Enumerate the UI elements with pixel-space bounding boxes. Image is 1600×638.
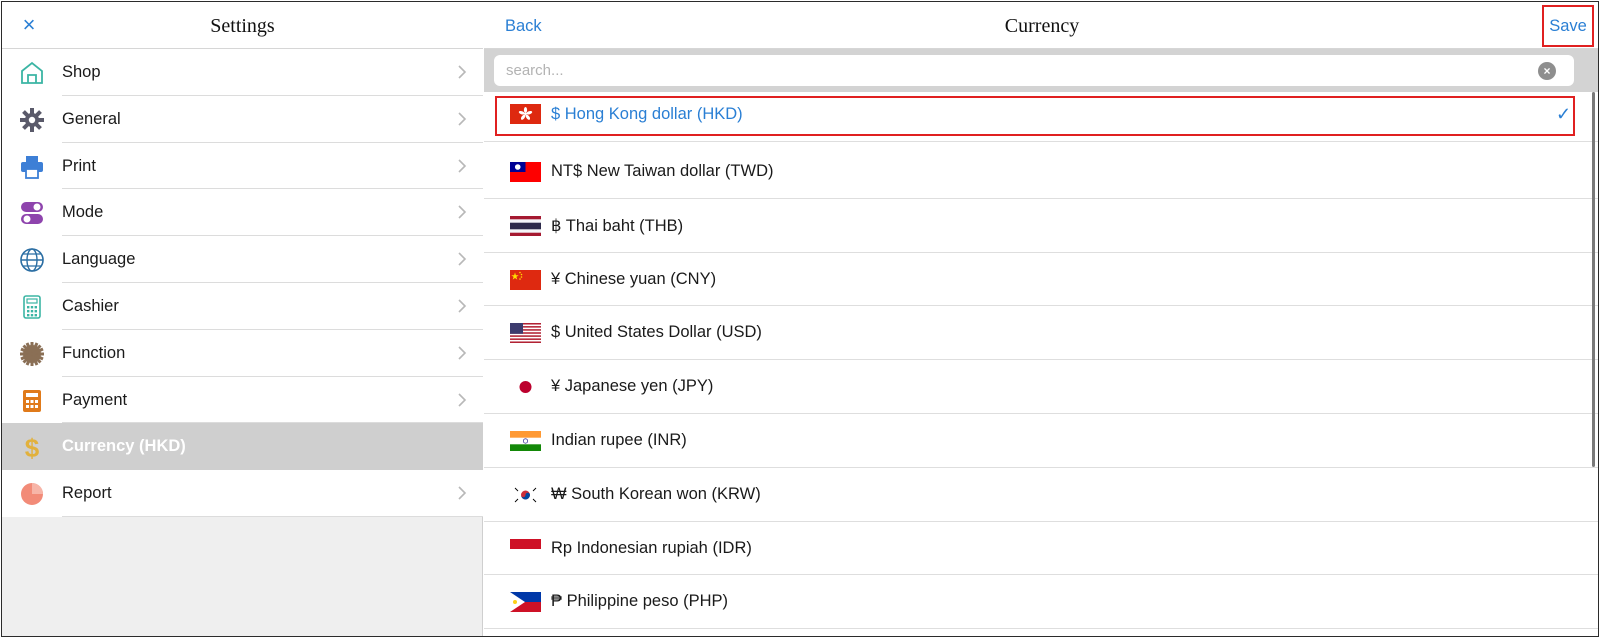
sidebar-item-currency[interactable]: $ Currency (HKD) (2, 423, 483, 471)
sidebar-item-report[interactable]: Report (2, 470, 483, 517)
currency-row[interactable]: NT$ New Taiwan dollar (TWD) (484, 145, 1598, 199)
printer-icon (19, 154, 45, 180)
sidebar-item-label: Mode (62, 203, 104, 222)
calculator-icon (19, 294, 45, 320)
sidebar-item-label: Shop (62, 63, 101, 81)
currency-row[interactable]: ₱ Philippine peso (PHP) (484, 575, 1598, 629)
currency-row[interactable]: ¥ Japanese yen (JPY) (484, 360, 1598, 414)
flag-hk-icon (510, 104, 541, 124)
chevron-right-icon (455, 297, 469, 315)
sidebar-item-label: General (62, 109, 121, 128)
currency-row[interactable]: Rp Indonesian rupiah (IDR) (484, 522, 1598, 576)
flag-ph-icon (510, 592, 541, 613)
function-icon (19, 341, 45, 367)
sidebar-item-language[interactable]: Language (2, 236, 483, 283)
flag-cn-icon (510, 269, 541, 290)
currency-panel: Back Currency Save × $ Hong Kong dollar … (484, 2, 1598, 636)
settings-panel: × Settings Shop General Print Mode Language C… (2, 2, 483, 636)
chevron-right-icon (455, 344, 469, 362)
flag-in-icon (510, 430, 541, 451)
pie-chart-icon (19, 481, 45, 507)
sidebar-item-general[interactable]: General (2, 95, 483, 143)
flag-kr-icon (510, 484, 541, 505)
search-bar: × (484, 49, 1598, 92)
currency-label: $ United States Dollar (USD) (551, 323, 762, 342)
chevron-right-icon (455, 484, 469, 502)
sidebar-item-label: Function (62, 343, 126, 362)
currency-header: Back Currency Save (484, 2, 1598, 49)
flag-jp-icon (510, 377, 541, 398)
sidebar-item-print[interactable]: Print (2, 142, 483, 190)
currency-row[interactable]: $ United States Dollar (USD) (484, 306, 1598, 360)
dollar-icon: $ (19, 434, 45, 460)
sidebar-item-shop[interactable]: Shop (2, 49, 483, 96)
flag-us-icon (510, 323, 541, 344)
sidebar-item-label: Currency (HKD) (62, 437, 186, 456)
shop-icon (19, 60, 45, 86)
currency-label: ¥ Chinese yuan (CNY) (551, 269, 717, 288)
currency-row[interactable]: ฿ Thai baht (THB) (484, 199, 1598, 253)
currency-row[interactable]: ¥ Chinese yuan (CNY) (484, 253, 1598, 307)
settings-menu: Shop General Print Mode Language Cashier Funct… (2, 49, 483, 517)
svg-text:$: $ (25, 434, 40, 460)
chevron-right-icon (455, 203, 469, 221)
currency-label: Rp Indonesian rupiah (IDR) (551, 538, 752, 557)
currency-label: ¥ Japanese yen (JPY) (551, 377, 714, 396)
save-button[interactable]: Save (1542, 5, 1594, 47)
checkmark-icon: ✓ (1556, 104, 1572, 124)
gear-icon (19, 107, 45, 133)
currency-row[interactable]: ₩ South Korean won (KRW) (484, 468, 1598, 522)
chevron-right-icon (455, 110, 469, 128)
chevron-right-icon (455, 250, 469, 268)
currency-label: ₱ Philippine peso (PHP) (551, 592, 729, 611)
sidebar-item-label: Print (62, 156, 96, 175)
currency-label: NT$ New Taiwan dollar (TWD) (551, 162, 774, 180)
flag-tw-icon (510, 162, 541, 182)
chevron-right-icon (455, 391, 469, 409)
currency-row[interactable]: Indian rupee (INR) (484, 414, 1598, 468)
sidebar-item-cashier[interactable]: Cashier (2, 282, 483, 330)
sidebar-item-label: Cashier (62, 296, 119, 315)
sidebar-item-function[interactable]: Function (2, 329, 483, 377)
currency-label: ฿ Thai baht (THB) (551, 216, 684, 235)
chevron-right-icon (455, 63, 469, 81)
currency-label: $ Hong Kong dollar (HKD) (551, 105, 743, 123)
currency-label: ₩ South Korean won (KRW) (551, 484, 761, 503)
sidebar-item-mode[interactable]: Mode (2, 189, 483, 237)
globe-icon (19, 247, 45, 273)
clear-search-icon[interactable]: × (1538, 62, 1556, 80)
mode-toggle-icon (19, 200, 45, 226)
chevron-right-icon (455, 157, 469, 175)
currency-title: Currency (1004, 15, 1080, 37)
flag-th-icon (510, 215, 541, 236)
flag-id-icon (510, 538, 541, 559)
settings-title: Settings (210, 15, 275, 37)
settings-header: × Settings (2, 2, 483, 49)
scrollbar[interactable] (1592, 92, 1595, 467)
sidebar-item-label: Report (62, 484, 112, 503)
search-input[interactable] (494, 55, 1574, 86)
currency-label: Indian rupee (INR) (551, 430, 687, 449)
payment-calculator-icon (19, 388, 45, 414)
sidebar-item-label: Payment (62, 390, 128, 409)
app-window: × Settings Shop General Print Mode Language C… (1, 1, 1599, 637)
sidebar-item-label: Language (62, 250, 136, 269)
sidebar-item-payment[interactable]: Payment (2, 376, 483, 424)
currency-row[interactable]: $ Hong Kong dollar (HKD) ✓ (484, 92, 1598, 142)
currency-list: $ Hong Kong dollar (HKD) ✓ NT$ New Taiwan … (484, 92, 1598, 629)
